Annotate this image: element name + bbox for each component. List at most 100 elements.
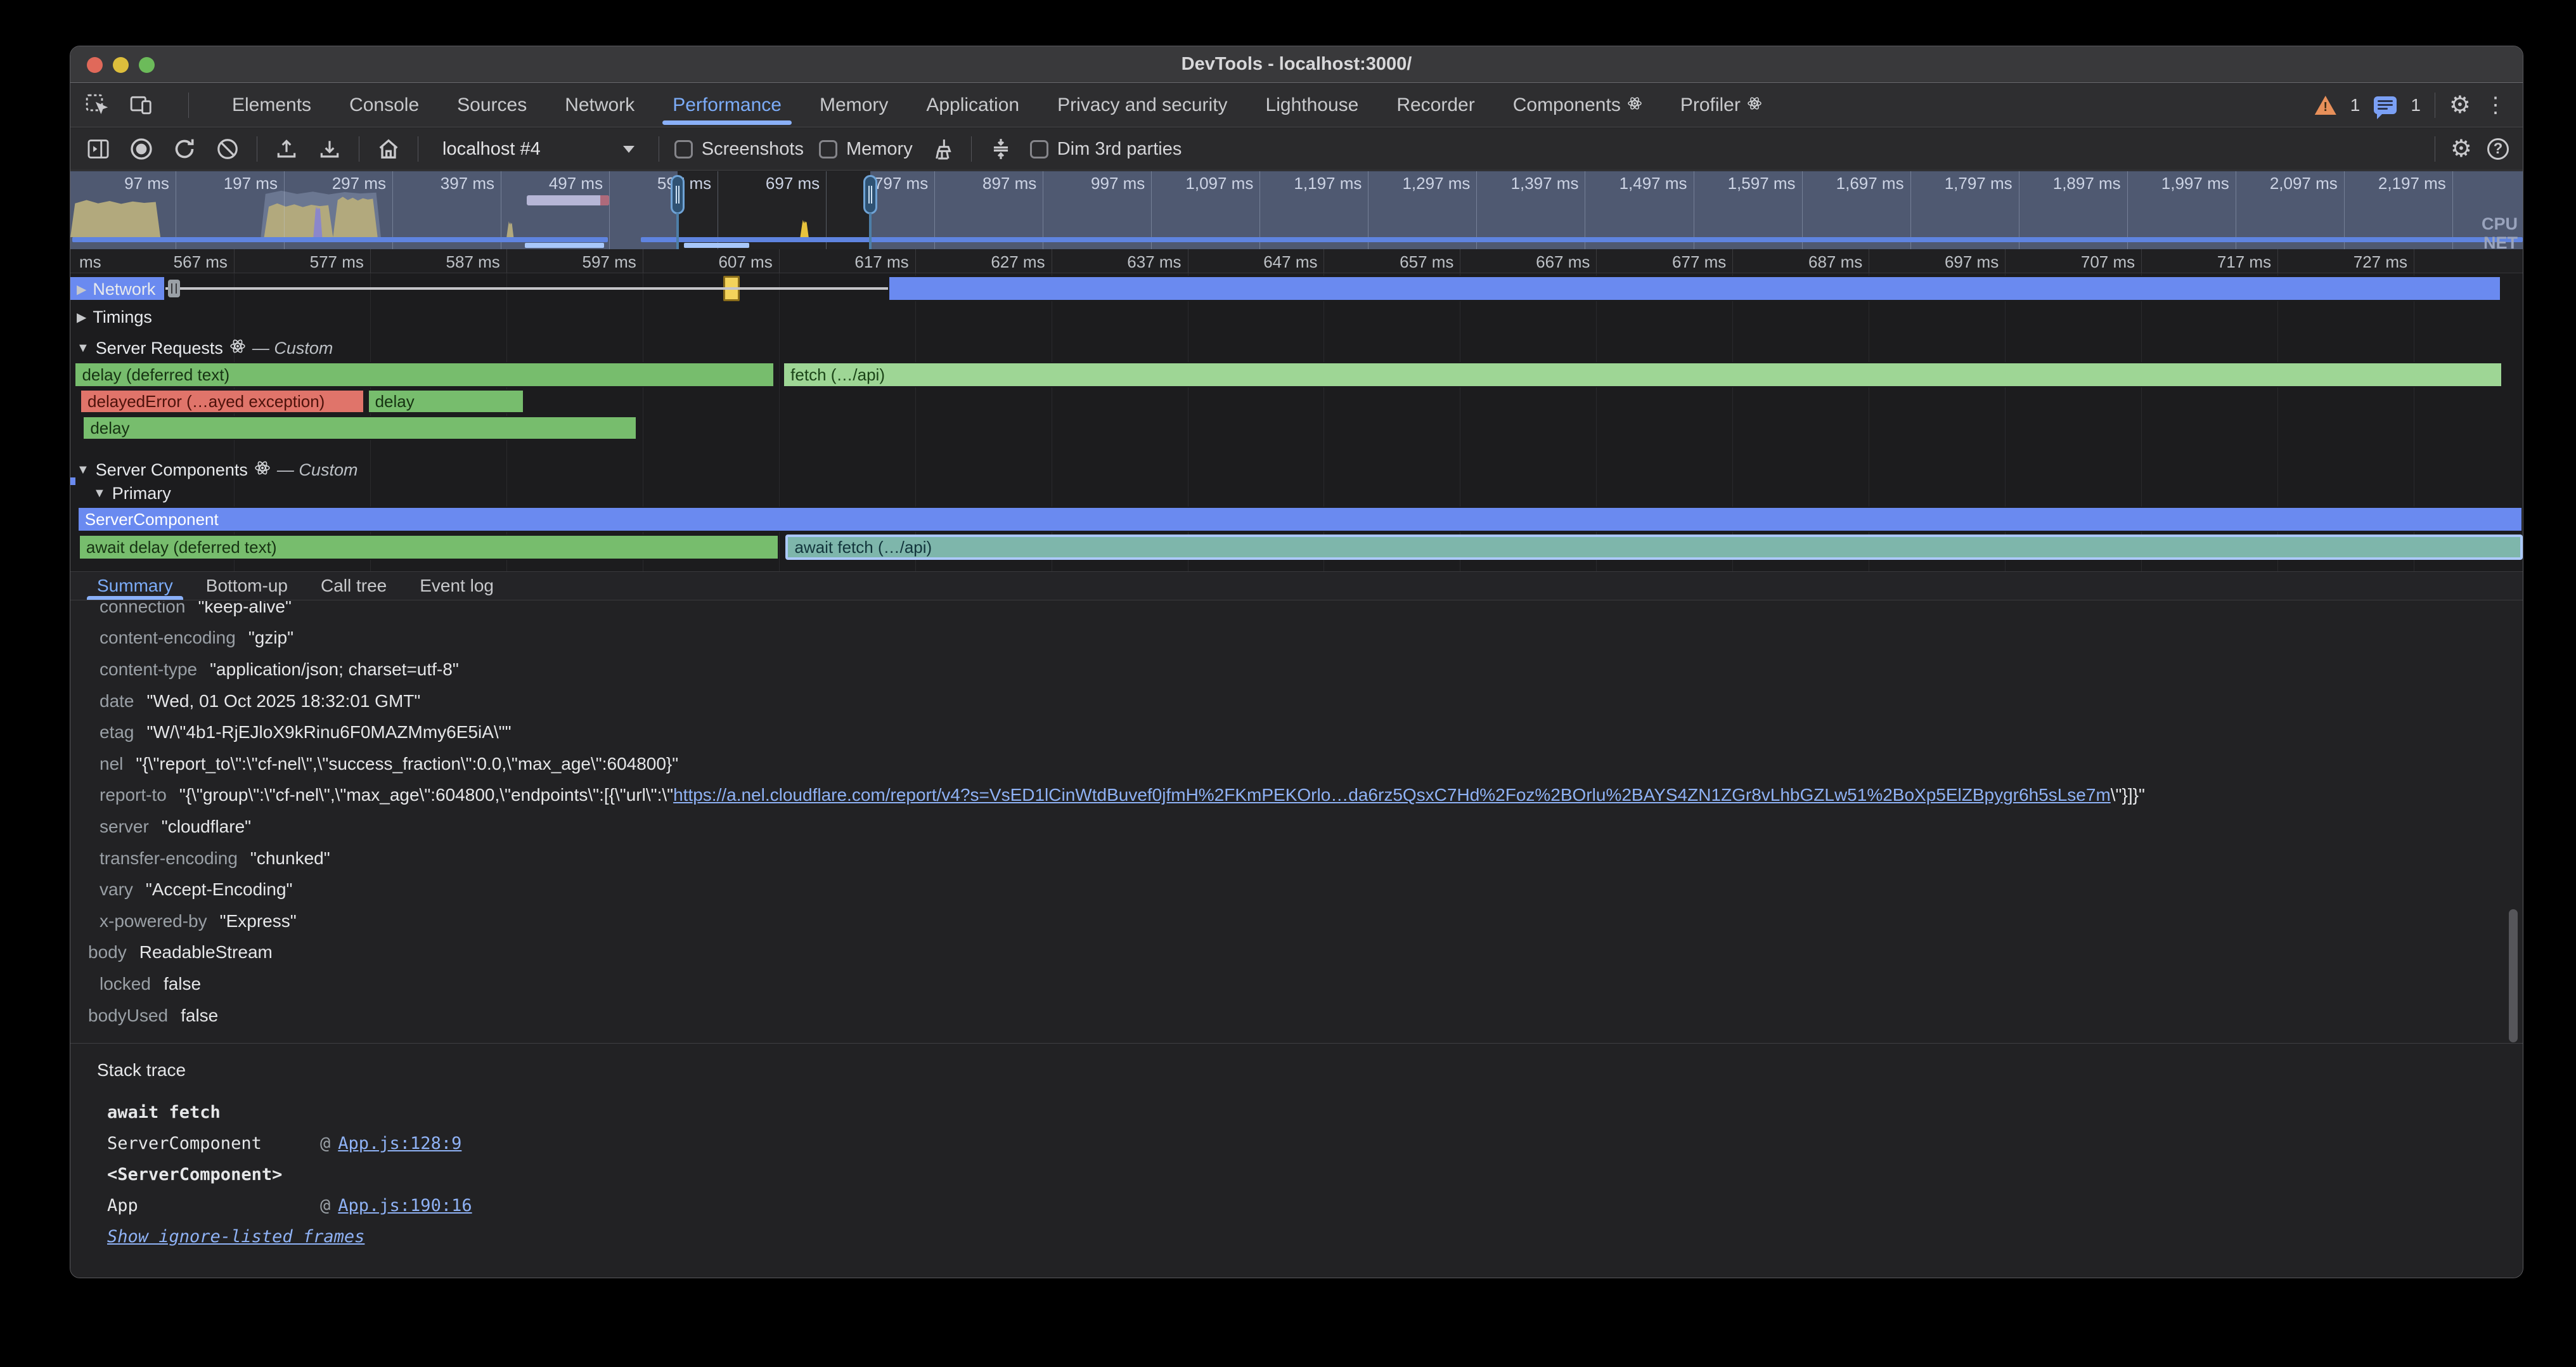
download-profile-icon[interactable]	[316, 135, 344, 163]
section-header-primary[interactable]: ▼Primary	[93, 484, 171, 503]
tab-application[interactable]: Application	[907, 84, 1038, 127]
collapse-tracks-icon[interactable]	[987, 135, 1015, 163]
flame-event[interactable]: delay	[368, 389, 524, 413]
stack-trace-title: Stack trace	[97, 1060, 2523, 1080]
ruler-tick	[1596, 249, 1597, 273]
tab-label: Sources	[457, 94, 527, 116]
report-url-link[interactable]: https://a.nel.cloudflare.com/report/v4?s…	[673, 785, 2111, 805]
label-text: Timings	[93, 308, 152, 327]
tab-network[interactable]: Network	[546, 84, 654, 127]
toggle-sidebar-icon[interactable]	[84, 135, 112, 163]
timeline-overview[interactable]: CPU NET 97 ms197 ms297 ms397 ms497 ms597…	[70, 171, 2523, 249]
kebab-menu-icon[interactable]: ⋮	[2485, 94, 2506, 116]
show-ignore-listed-frames-link[interactable]: Show ignore-listed frames	[107, 1227, 364, 1247]
property-key: bodyUsed	[88, 1006, 168, 1026]
source-location-link[interactable]: App.js:190:16	[338, 1196, 472, 1215]
overview-tick-label: 1,997 ms	[2161, 174, 2229, 193]
net-overview-segment	[684, 243, 749, 248]
issues-bubble-icon[interactable]	[2374, 96, 2397, 114]
section-header-server-components[interactable]: ▼Server Components— Custom	[77, 460, 357, 481]
track-label-network[interactable]: ▶Network	[77, 280, 155, 299]
tab-lighthouse[interactable]: Lighthouse	[1247, 84, 1378, 127]
tab-bottom-up[interactable]: Bottom-up	[190, 572, 304, 600]
property-value: "Accept-Encoding"	[146, 879, 293, 900]
overview-tick-label: 1,197 ms	[1294, 174, 1362, 193]
memory-checkbox[interactable]: Memory	[819, 139, 913, 160]
ruler-tick-label: 657 ms	[1400, 252, 1453, 272]
flame-lane: delay	[70, 416, 2523, 440]
message-count: 1	[2411, 95, 2421, 115]
source-location-link[interactable]: App.js:128:9	[338, 1134, 461, 1153]
tab-sources[interactable]: Sources	[438, 84, 546, 127]
minimize-window-icon[interactable]	[113, 57, 129, 73]
panel-settings-gear-icon[interactable]: ⚙	[2450, 137, 2472, 161]
title-bar: DevTools - localhost:3000/	[70, 46, 2523, 83]
flame-event[interactable]: fetch (…/api)	[783, 362, 2502, 387]
tab-privacy-and-security[interactable]: Privacy and security	[1038, 84, 1246, 127]
property-key: etag	[100, 722, 134, 742]
tabbar-left-icons	[70, 91, 204, 119]
flame-event[interactable]: delay (deferred text)	[74, 362, 775, 387]
net-overview-row	[70, 243, 2523, 248]
flame-event-selected[interactable]: await fetch (…/api)	[785, 534, 2523, 560]
property-row-body: bodyReadableStream	[70, 937, 2523, 969]
help-icon[interactable]: ?	[2487, 138, 2509, 160]
tab-event-log[interactable]: Event log	[403, 572, 510, 600]
overview-tick-label: 897 ms	[982, 174, 1036, 193]
tab-memory[interactable]: Memory	[801, 84, 907, 127]
summary-scrollbar[interactable]	[2509, 909, 2518, 1042]
close-window-icon[interactable]	[87, 57, 103, 73]
property-row-vary: vary"Accept-Encoding"	[70, 874, 2523, 905]
track-label-timings[interactable]: ▶ Timings	[77, 308, 152, 327]
net-track-label: NET	[2483, 233, 2518, 249]
upload-profile-icon[interactable]	[273, 135, 300, 163]
device-toolbar-icon[interactable]	[127, 91, 155, 119]
dim-3rd-parties-checkbox[interactable]: Dim 3rd parties	[1030, 139, 1182, 160]
screenshots-checkbox[interactable]: Screenshots	[674, 139, 804, 160]
stack-trace-section: Stack trace await fetchServerComponent@A…	[70, 1043, 2523, 1252]
tab-profiler[interactable]: Profiler	[1661, 84, 1781, 127]
ruler-tick-label: 607 ms	[718, 252, 772, 272]
flame-event[interactable]: ServerComponent	[77, 507, 2523, 532]
garbage-collect-broom-icon[interactable]	[928, 135, 956, 163]
disclosure-triangle-icon: ▶	[77, 309, 86, 325]
flame-event[interactable]: await delay (deferred text)	[79, 534, 779, 560]
warning-icon[interactable]: !	[2315, 96, 2336, 115]
tab-performance[interactable]: Performance	[654, 84, 801, 127]
disclosure-triangle-icon: ▼	[93, 486, 106, 501]
settings-gear-icon[interactable]: ⚙	[2449, 93, 2471, 117]
history-select[interactable]: localhost #4	[434, 135, 643, 164]
ruler-tick	[234, 249, 235, 273]
zoom-window-icon[interactable]	[139, 57, 155, 73]
tab-recorder[interactable]: Recorder	[1377, 84, 1493, 127]
property-key: date	[100, 691, 134, 711]
clear-icon[interactable]	[214, 135, 242, 163]
property-key: content-encoding	[100, 628, 236, 648]
flame-event[interactable]: delay	[82, 416, 637, 440]
tab-label: Performance	[673, 94, 782, 116]
window-title: DevTools - localhost:3000/	[1182, 54, 1412, 75]
home-icon[interactable]	[375, 135, 402, 163]
tab-components[interactable]: Components	[1494, 84, 1661, 127]
record-icon[interactable]	[127, 135, 155, 163]
reload-record-icon[interactable]	[171, 135, 198, 163]
tab-elements[interactable]: Elements	[213, 84, 330, 127]
property-value: "gzip"	[248, 628, 293, 648]
section-header-server-requests[interactable]: ▼Server Requests— Custom	[77, 338, 333, 359]
network-request-grip[interactable]	[168, 280, 180, 297]
net-overview-segment	[525, 243, 604, 248]
property-key: locked	[100, 974, 151, 994]
tab-label: Recorder	[1396, 94, 1474, 116]
stack-frame: Show ignore-listed frames	[107, 1221, 2523, 1252]
property-value: false	[164, 974, 201, 994]
tab-console[interactable]: Console	[330, 84, 438, 127]
tab-call-tree[interactable]: Call tree	[304, 572, 403, 600]
tab-summary[interactable]: Summary	[80, 572, 190, 600]
tab-label: Memory	[820, 94, 888, 116]
property-key: connection	[100, 601, 185, 617]
ruler-tick-label: 667 ms	[1536, 252, 1590, 272]
flame-event[interactable]	[888, 276, 2501, 301]
inspect-element-icon[interactable]	[83, 91, 111, 119]
property-row-server: server"cloudflare"	[70, 811, 2523, 843]
flame-event[interactable]: delayedError (…ayed exception)	[80, 389, 364, 413]
